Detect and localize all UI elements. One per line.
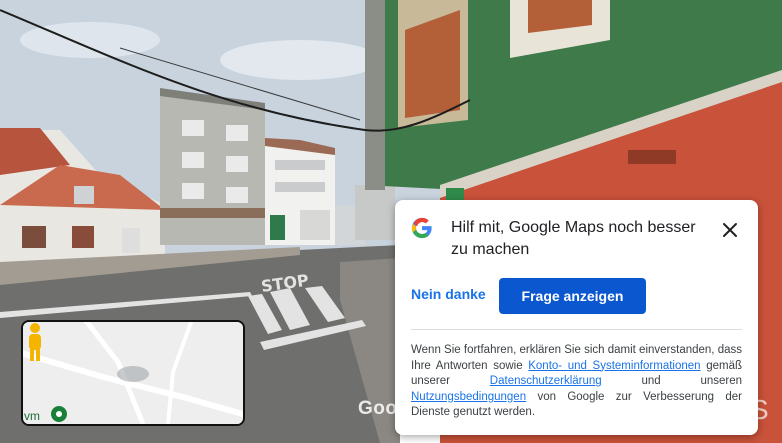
account-info-link[interactable]: Konto- und Systeminformationen bbox=[528, 360, 700, 372]
minimap[interactable]: vm bbox=[21, 320, 245, 426]
dialog-title: Hilf mit, Google Maps noch besser zu mac… bbox=[451, 219, 696, 258]
pegman-icon[interactable] bbox=[23, 322, 47, 364]
consent-text-part: und unseren bbox=[601, 375, 743, 388]
dialog-divider bbox=[411, 329, 742, 330]
show-question-button[interactable]: Frage anzeigen bbox=[499, 278, 646, 314]
close-icon bbox=[723, 223, 737, 237]
minimap-label: vm bbox=[24, 409, 40, 423]
close-button[interactable] bbox=[715, 215, 745, 245]
consent-text: Wenn Sie fortfahren, erklären Sie sich d… bbox=[411, 343, 742, 421]
location-pin-icon[interactable] bbox=[51, 406, 67, 422]
decline-button[interactable]: Nein danke bbox=[411, 286, 486, 302]
feedback-dialog: Hilf mit, Google Maps noch besser zu mac… bbox=[395, 200, 758, 435]
terms-of-service-link[interactable]: Nutzungsbedingungen bbox=[411, 391, 526, 403]
google-g-logo-icon bbox=[411, 217, 432, 239]
privacy-policy-link[interactable]: Datenschutzerklärung bbox=[490, 375, 602, 387]
